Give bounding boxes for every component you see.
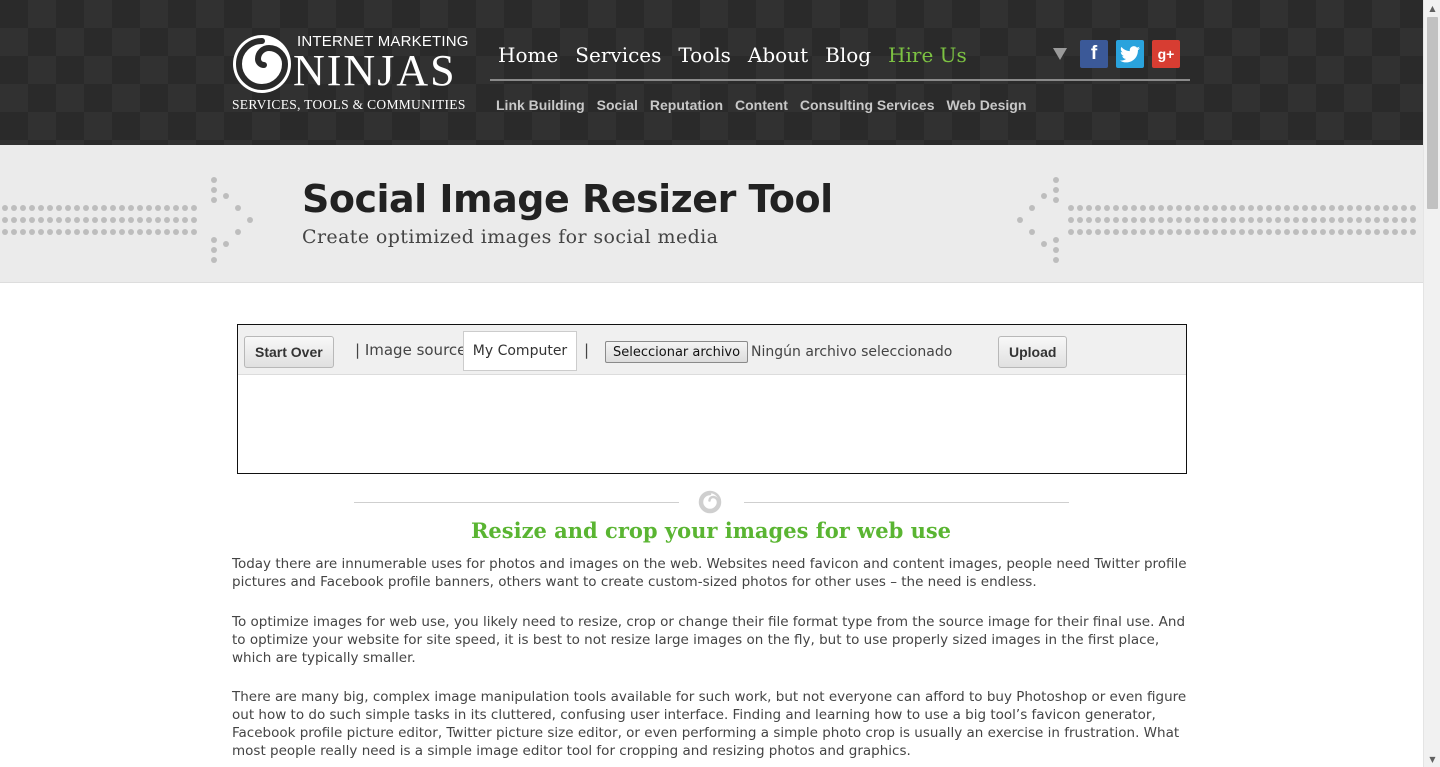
choose-file-button[interactable]: Seleccionar archivo — [605, 341, 749, 363]
subnav-content[interactable]: Content — [735, 96, 788, 114]
facebook-icon[interactable]: f — [1080, 40, 1108, 68]
scroll-thumb[interactable] — [1427, 17, 1438, 209]
subnav-social[interactable]: Social — [597, 96, 638, 114]
sub-nav: Link Building Social Reputation Content … — [496, 96, 1038, 114]
scroll-down-arrow-icon[interactable]: ▼ — [1424, 751, 1440, 767]
triangle-down-icon[interactable] — [1048, 40, 1072, 68]
scroll-up-arrow-icon[interactable]: ▲ — [1424, 0, 1440, 16]
dot-arrow-left-decoration — [2, 177, 253, 263]
optimize-paragraph: To optimize images for web use, you like… — [232, 614, 1186, 666]
spiral-logo-icon — [233, 35, 291, 93]
nav-divider — [490, 79, 1190, 81]
subnav-reputation[interactable]: Reputation — [650, 96, 723, 114]
divider-line-right — [744, 502, 1069, 503]
nav-about[interactable]: About — [748, 42, 808, 68]
site-logo[interactable]: INTERNET MARKETING NINJAS SERVICES, TOOL… — [231, 33, 468, 115]
spiral-icon — [698, 490, 722, 514]
divider-line-left — [354, 502, 679, 503]
image-source-label: | Image source: — [355, 341, 472, 359]
upload-button[interactable]: Upload — [998, 336, 1068, 368]
dot-arrow-right-decoration — [1017, 177, 1416, 263]
image-workspace[interactable] — [238, 376, 1186, 473]
tools-paragraph: There are many big, complex image manipu… — [232, 689, 1187, 759]
nav-tools[interactable]: Tools — [678, 42, 731, 68]
page-title: Social Image Resizer Tool — [302, 177, 833, 221]
file-status-text: Ningún archivo seleccionado — [751, 344, 953, 360]
subnav-link-building[interactable]: Link Building — [496, 96, 585, 114]
site-header: INTERNET MARKETING NINJAS SERVICES, TOOL… — [0, 0, 1423, 145]
social-links: f g+ — [1048, 40, 1188, 68]
page-banner: Social Image Resizer Tool Create optimiz… — [0, 145, 1423, 283]
googleplus-icon[interactable]: g+ — [1152, 40, 1180, 68]
nav-blog[interactable]: Blog — [825, 42, 871, 68]
subnav-consulting-services[interactable]: Consulting Services — [800, 96, 935, 114]
start-over-button[interactable]: Start Over — [244, 336, 334, 368]
image-source-select[interactable]: My Computer — [463, 331, 577, 371]
logo-tagline-bottom: SERVICES, TOOLS & COMMUNITIES — [232, 97, 466, 112]
tool-toolbar: Start Over | Image source: My Computer |… — [238, 325, 1186, 375]
nav-hire-us[interactable]: Hire Us — [888, 42, 967, 68]
section-heading: Resize and crop your images for web use — [470, 518, 952, 543]
twitter-bird-icon[interactable] — [1116, 40, 1144, 68]
subnav-web-design[interactable]: Web Design — [947, 96, 1027, 114]
nav-home[interactable]: Home — [498, 42, 558, 68]
main-nav: Home Services Tools About Blog Hire Us — [498, 42, 984, 68]
page-subtitle: Create optimized images for social media — [302, 226, 719, 248]
intro-paragraph: Today there are innumerable uses for pho… — [232, 556, 1187, 590]
toolbar-separator: | — [584, 341, 590, 359]
nav-services[interactable]: Services — [575, 42, 661, 68]
page-scrollbar[interactable]: ▲ ▼ — [1423, 0, 1440, 767]
logo-wordmark: NINJAS — [293, 46, 457, 95]
image-resizer-tool: Start Over | Image source: My Computer |… — [237, 324, 1187, 474]
